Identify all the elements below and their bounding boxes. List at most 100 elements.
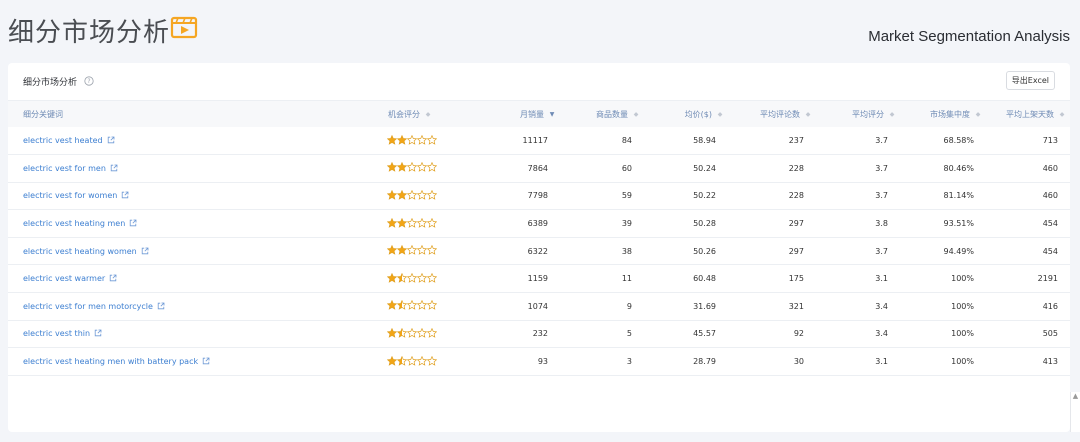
star-rating [387, 327, 437, 338]
card-header: 细分市场分析 ? 导出Excel [8, 63, 1070, 101]
svg-text:?: ? [87, 78, 90, 85]
opportunity-rating-cell [348, 210, 476, 238]
concentration-cell: 94.49% [943, 246, 974, 256]
column-header-opportunity[interactable]: 机会评分 ◆ [348, 101, 476, 127]
avg-reviews-cell: 228 [788, 163, 804, 173]
star-icon [417, 327, 427, 338]
avg-reviews-cell: 237 [788, 136, 804, 146]
sort-icon: ◆ [425, 110, 431, 118]
monthly-sales-cell: 93 [537, 357, 548, 367]
column-header-avg-days[interactable]: 平均上架天数 ◆ [986, 101, 1070, 127]
monthly-sales-cell: 7864 [527, 163, 548, 173]
products-cell: 60 [621, 163, 632, 173]
avg-price-cell: 28.79 [693, 357, 716, 367]
column-header-label: 平均评分 [852, 109, 884, 119]
keyword-link[interactable]: electric vest heating women [23, 247, 137, 256]
star-rating [387, 272, 437, 283]
star-icon [387, 355, 397, 366]
monthly-sales-cell: 6322 [527, 246, 548, 256]
column-header-avg-rating[interactable]: 平均评分 ◆ [816, 101, 900, 127]
opportunity-rating-cell [348, 293, 476, 321]
keyword-link[interactable]: electric vest warmer [23, 274, 105, 283]
star-icon [397, 134, 407, 145]
keyword-link[interactable]: electric vest heating men with battery p… [23, 357, 198, 366]
external-link-icon[interactable] [110, 164, 118, 172]
star-icon [427, 355, 437, 366]
star-icon [387, 272, 397, 283]
keyword-link[interactable]: electric vest for men motorcycle [23, 302, 153, 311]
sort-icon: ◆ [889, 110, 895, 118]
scroll-handle[interactable]: ▲ [1070, 392, 1080, 432]
keyword-link[interactable]: electric vest heated [23, 136, 103, 145]
star-icon [427, 189, 437, 200]
star-icon [417, 162, 427, 173]
star-icon [427, 300, 437, 311]
star-icon [397, 355, 407, 366]
keyword-cell: electric vest heating men with battery p… [8, 348, 348, 376]
concentration-cell: 100% [951, 301, 974, 311]
table-row: electric vest heating women 6322 38 50.2… [8, 237, 1070, 265]
video-play-icon [170, 16, 198, 39]
avg-price-cell: 50.26 [693, 246, 716, 256]
table-row: electric vest warmer 1159 11 60.48 175 3… [8, 265, 1070, 293]
column-header-label: 市场集中度 [930, 109, 970, 119]
avg-price-cell: 60.48 [693, 274, 716, 284]
avg-price-cell: 31.69 [693, 301, 716, 311]
star-icon [387, 189, 397, 200]
avg-reviews-cell: 92 [793, 329, 804, 339]
sort-icon: ◆ [717, 110, 723, 118]
external-link-icon[interactable] [157, 302, 165, 310]
external-link-icon[interactable] [141, 247, 149, 255]
column-header-monthly-sales[interactable]: 月销量 ▼ [476, 101, 560, 127]
column-header-avg-reviews[interactable]: 平均评论数 ◆ [728, 101, 816, 127]
star-rating [387, 134, 437, 145]
star-icon [397, 189, 407, 200]
concentration-cell: 68.58% [943, 136, 974, 146]
avg-days-cell: 460 [1042, 163, 1058, 173]
products-cell: 38 [621, 246, 632, 256]
opportunity-rating-cell [348, 348, 476, 376]
star-icon [417, 355, 427, 366]
monthly-sales-cell: 1074 [527, 301, 548, 311]
external-link-icon[interactable] [202, 357, 210, 365]
column-header-concentration[interactable]: 市场集中度 ◆ [900, 101, 986, 127]
star-rating [387, 217, 437, 228]
avg-days-cell: 2191 [1037, 274, 1058, 284]
column-header-products[interactable]: 商品数量 ◆ [560, 101, 644, 127]
table-row: electric vest heating men with battery p… [8, 348, 1070, 376]
keyword-cell: electric vest heated [8, 127, 348, 155]
keyword-link[interactable]: electric vest heating men [23, 219, 125, 228]
export-excel-button[interactable]: 导出Excel [1005, 71, 1055, 90]
star-rating [387, 300, 437, 311]
avg-price-cell: 58.94 [693, 136, 716, 146]
star-icon [397, 245, 407, 255]
question-circle-icon[interactable]: ? [84, 76, 94, 86]
column-header-label: 机会评分 [388, 109, 420, 119]
keyword-link[interactable]: electric vest for men [23, 164, 106, 173]
star-icon [417, 300, 427, 311]
star-icon [417, 245, 427, 255]
keyword-cell: electric vest for women [8, 182, 348, 210]
external-link-icon[interactable] [94, 329, 102, 337]
products-cell: 84 [621, 136, 632, 146]
keyword-link[interactable]: electric vest for women [23, 191, 117, 200]
star-icon [397, 327, 407, 338]
keyword-link[interactable]: electric vest thin [23, 329, 90, 338]
monthly-sales-cell: 7798 [527, 191, 548, 201]
star-icon [417, 134, 427, 145]
table-header-row: 细分关键词 机会评分 ◆ 月销量 ▼ 商品数量 ◆ 均价($) ◆ 平均评论数 ◆ 平均评… [8, 101, 1070, 127]
star-rating [387, 355, 437, 366]
external-link-icon[interactable] [121, 191, 129, 199]
star-icon [417, 272, 427, 283]
star-rating [387, 162, 437, 173]
keyword-cell: electric vest heating women [8, 237, 348, 265]
column-header-avg-price[interactable]: 均价($) ◆ [644, 101, 728, 127]
avg-rating-cell: 3.7 [875, 246, 888, 256]
avg-price-cell: 45.57 [693, 329, 716, 339]
table-row: electric vest for men 7864 60 50.24 228 … [8, 155, 1070, 183]
external-link-icon[interactable] [129, 219, 137, 227]
external-link-icon[interactable] [107, 136, 115, 144]
star-icon [407, 189, 417, 200]
external-link-icon[interactable] [109, 274, 117, 282]
concentration-cell: 93.51% [943, 219, 974, 229]
